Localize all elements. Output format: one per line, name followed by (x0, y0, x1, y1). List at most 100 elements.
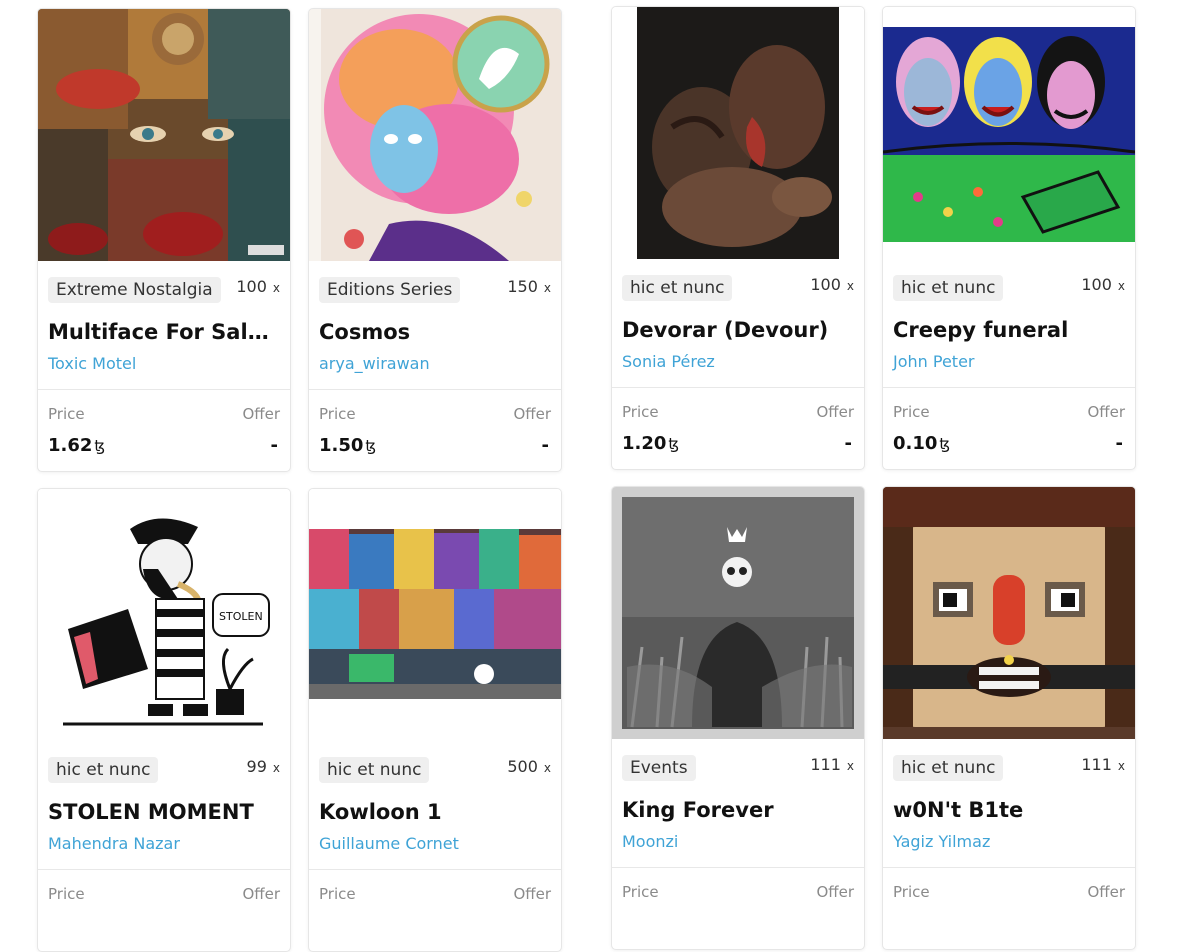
edition-multiplier: x (846, 759, 854, 773)
collection-tag[interactable]: Editions Series (319, 277, 461, 303)
price-label: Price (622, 883, 659, 901)
nft-card[interactable]: hic et nunc 500 x Kowloon 1 Guillaume Cor… (308, 488, 562, 952)
artist-link[interactable]: arya_wirawan (319, 354, 430, 373)
price-value: 1.20 ꜩ (622, 433, 679, 454)
edition-multiplier: x (272, 761, 280, 775)
price-label: Price (622, 403, 659, 421)
edition-count: 100 x (236, 277, 280, 296)
currency-icon: ꜩ (365, 437, 377, 455)
price-amount: 1.20 (622, 433, 667, 454)
edition-number: 100 (810, 275, 841, 294)
collection-tag[interactable]: Extreme Nostalgia (48, 277, 221, 303)
artwork-title[interactable]: Multiface For Sale ... (48, 320, 280, 344)
artwork-thumbnail[interactable] (38, 9, 290, 261)
offer-value: - (844, 433, 852, 454)
edition-multiplier: x (543, 761, 551, 775)
collection-tag[interactable]: hic et nunc (319, 757, 430, 783)
collection-tag[interactable]: hic et nunc (48, 757, 159, 783)
edition-count: 100 x (810, 275, 854, 294)
offer-label: Offer (816, 883, 854, 901)
collection-tag[interactable]: hic et nunc (622, 275, 733, 301)
price-label: Price (893, 883, 930, 901)
offer-label: Offer (1087, 883, 1125, 901)
artwork-speech-text: STOLEN (219, 610, 263, 623)
artwork-thumbnail[interactable] (612, 7, 864, 259)
edition-number: 150 (507, 277, 538, 296)
edition-number: 111 (810, 755, 841, 774)
offer-label: Offer (816, 403, 854, 421)
artwork-thumbnail[interactable] (883, 487, 1135, 739)
artwork-title[interactable]: King Forever (622, 798, 854, 822)
artist-link[interactable]: Mahendra Nazar (48, 834, 180, 853)
artwork-thumbnail[interactable] (309, 9, 561, 261)
divider (883, 867, 1135, 868)
divider (309, 869, 561, 870)
artwork-thumbnail[interactable] (883, 7, 1135, 259)
edition-number: 111 (1081, 755, 1112, 774)
price-label: Price (893, 403, 930, 421)
artwork-thumbnail[interactable] (612, 487, 864, 739)
nft-card[interactable]: Extreme Nostalgia 100 x Multiface For Sal… (37, 8, 291, 472)
artwork-thumbnail[interactable] (309, 489, 561, 741)
offer-value: - (1115, 433, 1123, 454)
divider (612, 867, 864, 868)
offer-label: Offer (513, 885, 551, 903)
nft-card[interactable]: hic et nunc 111 x w0N't B1te Yagiz Yilmaz… (882, 486, 1136, 950)
price-amount: 1.62 (48, 435, 93, 456)
offer-value: - (270, 435, 278, 456)
edition-number: 99 (246, 757, 267, 776)
offer-label: Offer (242, 885, 280, 903)
edition-number: 100 (236, 277, 267, 296)
price-label: Price (48, 405, 85, 423)
divider (883, 387, 1135, 388)
currency-icon: ꜩ (668, 435, 680, 453)
artist-link[interactable]: John Peter (893, 352, 975, 371)
divider (612, 387, 864, 388)
price-value: 1.50 ꜩ (319, 435, 376, 456)
divider (38, 389, 290, 390)
collection-tag[interactable]: Events (622, 755, 696, 781)
nft-card[interactable]: Events 111 x King Forever Moonzi Price Of… (611, 486, 865, 950)
edition-multiplier: x (1117, 759, 1125, 773)
edition-number: 100 (1081, 275, 1112, 294)
offer-value: - (541, 435, 549, 456)
artwork-title[interactable]: Cosmos (319, 320, 551, 344)
edition-multiplier: x (543, 281, 551, 295)
edition-multiplier: x (846, 279, 854, 293)
edition-count: 100 x (1081, 275, 1125, 294)
artwork-title[interactable]: w0N't B1te (893, 798, 1125, 822)
edition-number: 500 (507, 757, 538, 776)
edition-count: 99 x (247, 757, 280, 776)
artist-link[interactable]: Yagiz Yilmaz (893, 832, 990, 851)
artwork-thumbnail[interactable]: STOLEN (38, 489, 290, 741)
nft-card[interactable]: STOLEN hic et nunc 99 x STOLEN MOMENT Mah… (37, 488, 291, 952)
artwork-title[interactable]: Creepy funeral (893, 318, 1125, 342)
artist-link[interactable]: Moonzi (622, 832, 678, 851)
currency-icon: ꜩ (939, 435, 951, 453)
offer-label: Offer (513, 405, 551, 423)
price-label: Price (319, 405, 356, 423)
offer-label: Offer (242, 405, 280, 423)
artwork-title[interactable]: STOLEN MOMENT (48, 800, 280, 824)
edition-count: 111 x (1081, 755, 1125, 774)
price-label: Price (48, 885, 85, 903)
offer-label: Offer (1087, 403, 1125, 421)
price-amount: 1.50 (319, 435, 364, 456)
price-value: 0.10 ꜩ (893, 433, 950, 454)
edition-multiplier: x (272, 281, 280, 295)
edition-count: 111 x (810, 755, 854, 774)
artwork-title[interactable]: Kowloon 1 (319, 800, 551, 824)
nft-card[interactable]: hic et nunc 100 x Creepy funeral John Pet… (882, 6, 1136, 470)
edition-multiplier: x (1117, 279, 1125, 293)
artist-link[interactable]: Toxic Motel (48, 354, 136, 373)
nft-card[interactable]: hic et nunc 100 x Devorar (Devour) Sonia … (611, 6, 865, 470)
nft-card[interactable]: Editions Series 150 x Cosmos arya_wirawan… (308, 8, 562, 472)
artwork-title[interactable]: Devorar (Devour) (622, 318, 854, 342)
price-value: 1.62 ꜩ (48, 435, 105, 456)
currency-icon: ꜩ (94, 437, 106, 455)
collection-tag[interactable]: hic et nunc (893, 755, 1004, 781)
artist-link[interactable]: Guillaume Cornet (319, 834, 459, 853)
price-label: Price (319, 885, 356, 903)
artist-link[interactable]: Sonia Pérez (622, 352, 715, 371)
collection-tag[interactable]: hic et nunc (893, 275, 1004, 301)
